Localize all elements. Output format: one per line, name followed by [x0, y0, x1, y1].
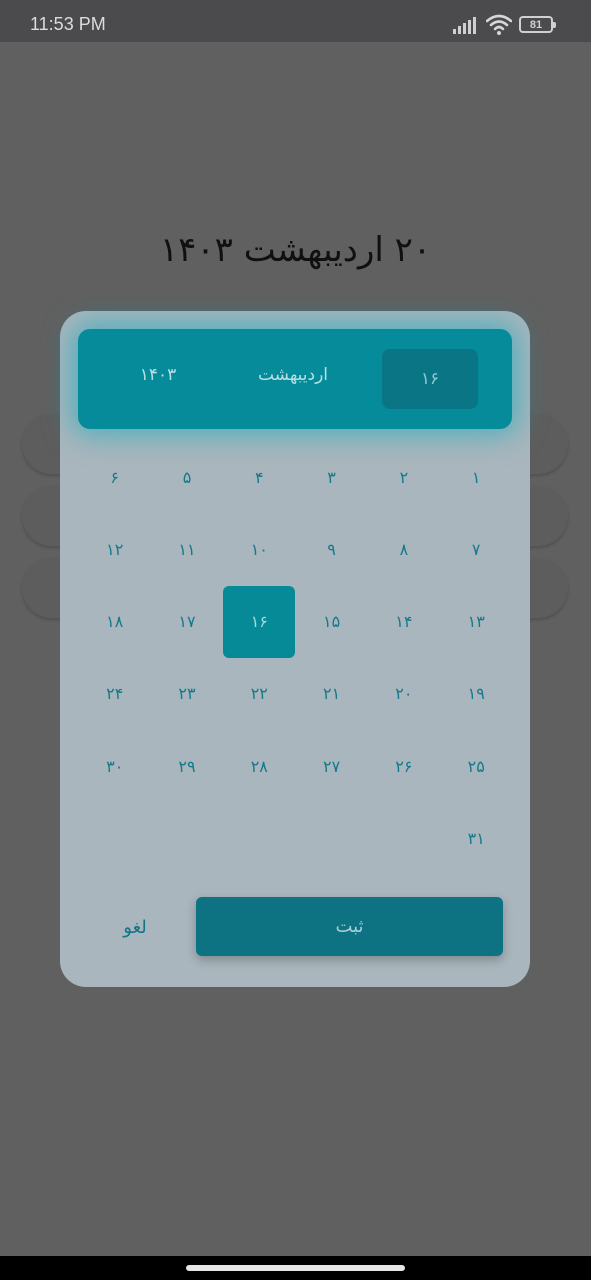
- day-cell[interactable]: ۲۰: [368, 658, 440, 730]
- day-cell-selected[interactable]: ۱۶: [223, 585, 296, 658]
- day-cell[interactable]: ۴: [223, 441, 295, 513]
- day-cell[interactable]: ۱۳: [440, 586, 512, 658]
- day-cell[interactable]: ۷: [440, 513, 512, 585]
- battery-level: 81: [529, 18, 543, 31]
- day-cell[interactable]: ۲۶: [368, 730, 440, 802]
- battery-icon: 81: [519, 16, 556, 33]
- day-cell[interactable]: ۲۳: [151, 658, 223, 730]
- status-time: 11:53 PM: [30, 14, 106, 34]
- day-cell[interactable]: ۲۴: [79, 658, 151, 730]
- day-cell[interactable]: ۲۵: [440, 730, 512, 802]
- day-cell[interactable]: ۸: [368, 513, 440, 585]
- day-selector[interactable]: ۱۶: [382, 349, 478, 409]
- home-gesture-handle[interactable]: [186, 1265, 405, 1271]
- wifi-icon: [486, 14, 512, 35]
- day-cell[interactable]: ۱۹: [440, 658, 512, 730]
- date-picker-dialog: ۱۴۰۳ اردیبهشت ۱۶ ۱ ۲ ۳ ۴ ۵ ۶ ۷ ۸ ۹ ۱۰ ۱۱ ۱۲ ۱۳ ۱۴ ۱۵ ۱۶…: [60, 311, 530, 987]
- day-cell[interactable]: ۲۲: [223, 658, 295, 730]
- day-cell[interactable]: ۳۰: [79, 730, 151, 802]
- day-cell[interactable]: ۲: [368, 441, 440, 513]
- day-cell[interactable]: ۱۴: [368, 586, 440, 658]
- month-selector[interactable]: اردیبهشت: [228, 365, 358, 385]
- status-bar: 11:53 PM 81: [0, 0, 591, 42]
- day-cell[interactable]: ۲۱: [296, 658, 368, 730]
- day-cell[interactable]: ۱۵: [296, 586, 368, 658]
- day-cell[interactable]: ۱۰: [223, 513, 295, 585]
- day-cell[interactable]: ۱: [440, 441, 512, 513]
- day-cell[interactable]: ۶: [79, 441, 151, 513]
- day-cell[interactable]: ۲۹: [151, 730, 223, 802]
- day-cell[interactable]: ۳۱: [440, 803, 512, 875]
- date-picker-header: ۱۴۰۳ اردیبهشت ۱۶: [78, 329, 512, 429]
- cancel-button[interactable]: لغو: [100, 907, 170, 947]
- confirm-button[interactable]: ثبت: [196, 897, 503, 956]
- signal-icon: [453, 17, 476, 34]
- day-cell[interactable]: ۳: [296, 441, 368, 513]
- day-cell[interactable]: ۱۲: [79, 513, 151, 585]
- day-cell[interactable]: ۲۷: [296, 730, 368, 802]
- day-cell[interactable]: ۹: [296, 513, 368, 585]
- year-selector[interactable]: ۱۴۰۳: [118, 365, 198, 385]
- days-grid: ۱ ۲ ۳ ۴ ۵ ۶ ۷ ۸ ۹ ۱۰ ۱۱ ۱۲ ۱۳ ۱۴ ۱۵ ۱۶ ۱۷ ۱۸ ۱۹ ۲۰ ۲۱ ۲۲ ۲۳ ۲۴ ۲…: [78, 441, 512, 873]
- day-cell[interactable]: ۱۷: [151, 586, 223, 658]
- day-cell[interactable]: ۵: [151, 441, 223, 513]
- day-cell[interactable]: ۲۸: [223, 730, 295, 802]
- navigation-bar: [0, 1256, 591, 1280]
- day-cell[interactable]: ۱۸: [79, 586, 151, 658]
- page-title: ۲۰ اردیبهشت ۱۴۰۳: [159, 230, 432, 270]
- day-cell[interactable]: ۱۱: [151, 513, 223, 585]
